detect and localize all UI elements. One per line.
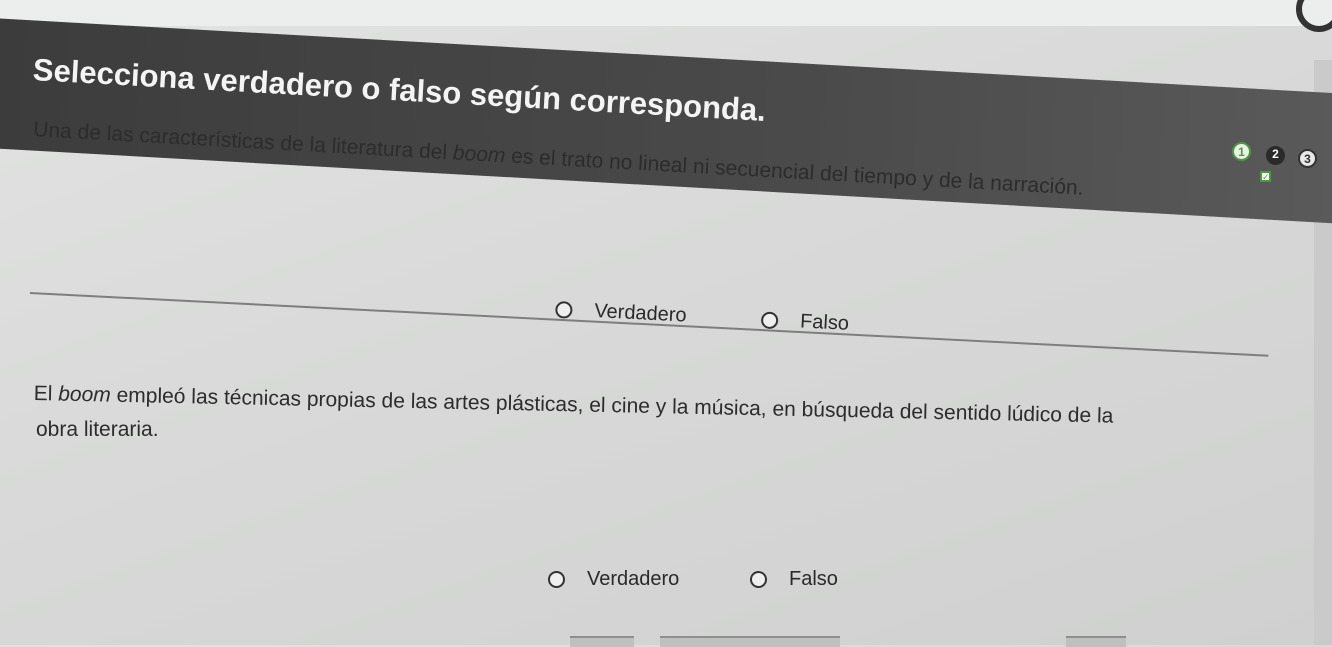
- option-label: Verdadero: [587, 568, 680, 590]
- top-circle-icon: [1296, 0, 1332, 32]
- question-2-option-false[interactable]: Falso: [750, 568, 838, 591]
- bottom-tab[interactable]: [1066, 636, 1126, 647]
- top-strip: [0, 0, 1332, 26]
- question-2-text: El boom empleó las técnicas propias de l…: [33, 382, 1114, 428]
- radio-icon[interactable]: [760, 311, 779, 330]
- boom-emphasis: boom: [452, 141, 507, 168]
- bottom-tab[interactable]: [570, 636, 634, 647]
- option-label: Falso: [789, 568, 838, 590]
- radio-icon[interactable]: [554, 300, 573, 319]
- question-2-text-continued: obra literaria.: [36, 418, 159, 441]
- bottom-tabs: [0, 632, 1332, 647]
- step-3-indicator[interactable]: 3: [1298, 149, 1317, 168]
- step-1-indicator[interactable]: 1: [1232, 142, 1251, 161]
- bottom-tab[interactable]: [660, 636, 840, 647]
- step-indicators: 1 2 3 ✓: [1232, 142, 1326, 188]
- radio-icon[interactable]: [750, 571, 767, 588]
- step-2-indicator[interactable]: 2: [1266, 146, 1285, 165]
- question-2-option-true[interactable]: Verdadero: [548, 568, 679, 591]
- answered-check-icon: ✓: [1260, 171, 1271, 182]
- boom-emphasis: boom: [58, 382, 112, 407]
- radio-icon[interactable]: [548, 571, 565, 588]
- question-divider: [29, 292, 1269, 357]
